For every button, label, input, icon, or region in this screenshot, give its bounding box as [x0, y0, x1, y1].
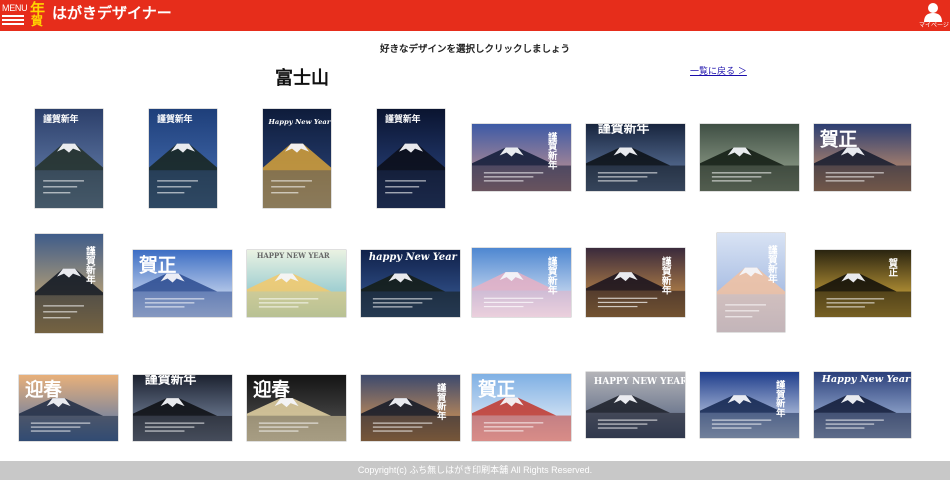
design-greeting-text: 賀正	[819, 128, 858, 150]
design-thumbnail-image: 謹賀新年	[35, 234, 103, 333]
design-thumbnail-image: 賀正	[815, 250, 911, 317]
app-title[interactable]: はがきデザイナー	[52, 3, 172, 23]
design-greeting-text: 謹賀新年	[385, 113, 420, 125]
user-icon	[924, 3, 942, 22]
menu-label: MENU	[2, 3, 28, 13]
design-thumbnail-image: Happy New Year	[814, 372, 911, 438]
design-thumbnail[interactable]	[700, 124, 799, 191]
hamburger-icon-line	[2, 19, 24, 21]
design-thumbnail[interactable]: 謹賀新年	[133, 375, 232, 441]
back-to-list-link[interactable]: 一覧に戻る ＞	[690, 64, 747, 77]
design-thumbnail-image	[700, 124, 799, 191]
design-thumbnail[interactable]: 謹賀新年	[35, 109, 103, 208]
design-thumbnail[interactable]: HAPPY NEW YEAR	[586, 372, 685, 438]
design-thumbnail-image: happy New Year	[361, 250, 460, 317]
design-thumbnail-image: 謹賀新年	[586, 124, 685, 191]
design-thumbnail-image: 謹賀新年	[377, 109, 445, 208]
design-greeting-text: Happy New Year	[267, 118, 330, 126]
header-bar: MENU 年 賀 はがきデザイナー マイページ	[0, 0, 950, 31]
design-thumbnail[interactable]: HAPPY NEW YEAR	[247, 250, 346, 317]
design-thumbnail-image: 謹賀新年	[586, 248, 685, 317]
design-thumbnail-image: 謹賀新年	[149, 109, 217, 208]
hamburger-icon	[2, 15, 24, 17]
design-thumbnail-image: 謹賀新年	[472, 124, 571, 191]
design-greeting-text: HAPPY NEW YEAR	[594, 377, 685, 387]
instruction-text: 好きなデザインを選択しクリックしましょう	[379, 44, 570, 55]
design-thumbnail-image: 迎春	[19, 375, 118, 441]
design-greeting-text: 迎春	[25, 379, 62, 401]
design-thumbnail-image: 賀正	[133, 250, 232, 317]
design-thumbnail[interactable]: 謹賀新年	[586, 124, 685, 191]
design-thumbnail-image: 賀正	[814, 124, 911, 191]
design-thumbnail[interactable]: 謹賀新年	[717, 233, 785, 332]
design-greeting-text: happy New Year	[369, 252, 458, 263]
app-logo[interactable]: 年 賀	[28, 2, 50, 29]
design-thumbnail[interactable]: 謹賀新年	[472, 124, 571, 191]
design-thumbnail[interactable]: 賀正	[815, 250, 911, 317]
design-greeting-text: 賀正	[138, 254, 177, 276]
design-thumbnail-image: Happy New Year	[263, 109, 331, 208]
design-greeting-text: 謹賀新年	[774, 379, 787, 418]
design-greeting-text: 謹賀新年	[43, 113, 78, 125]
design-thumbnail-image: HAPPY NEW YEAR	[586, 372, 685, 438]
design-thumbnail[interactable]: 謹賀新年	[700, 372, 799, 438]
design-thumbnail-image: 謹賀新年	[472, 248, 571, 317]
design-thumbnail-image: 謹賀新年	[133, 375, 232, 441]
design-greeting-text: HAPPY NEW YEAR	[257, 251, 330, 260]
design-thumbnail[interactable]: 謹賀新年	[472, 248, 571, 317]
design-thumbnail-image: 賀正	[472, 374, 571, 441]
mypage-button[interactable]: マイページ	[919, 2, 949, 30]
design-greeting-text: 謹賀新年	[546, 131, 559, 170]
design-greeting-text: 謹賀新年	[546, 256, 559, 296]
design-thumbnail[interactable]: happy New Year	[361, 250, 460, 317]
design-thumbnail[interactable]: Happy New Year	[814, 372, 911, 438]
design-thumbnail[interactable]: Happy New Year	[263, 109, 331, 208]
design-thumbnail[interactable]: 賀正	[472, 374, 571, 441]
hamburger-icon-line	[2, 23, 24, 25]
design-thumbnail-image: 迎春	[247, 375, 346, 441]
design-greeting-text: 謹賀新年	[598, 124, 650, 137]
design-thumbnail[interactable]: 賀正	[133, 250, 232, 317]
design-greeting-text: 謹賀新年	[435, 382, 448, 421]
design-thumbnail-image: 謹賀新年	[361, 375, 460, 441]
design-greeting-text: 謹賀新年	[766, 244, 779, 284]
design-thumbnail[interactable]: 賀正	[814, 124, 911, 191]
design-greeting-text: 賀正	[886, 257, 899, 277]
page-title: 富士山	[275, 68, 329, 89]
design-thumbnail[interactable]: 謹賀新年	[35, 234, 103, 333]
design-thumbnail-image: 謹賀新年	[35, 109, 103, 208]
design-thumbnail-image: 謹賀新年	[700, 372, 799, 438]
design-greeting-text: 謹賀新年	[660, 256, 673, 296]
design-greeting-text: 賀正	[477, 378, 516, 400]
logo-char-bottom: 賀	[31, 14, 44, 28]
menu-button[interactable]: MENU	[2, 3, 28, 29]
design-thumbnail[interactable]: 謹賀新年	[149, 109, 217, 208]
footer: Copyright(c) ふち無しはがき印刷本舗 All Rights Rese…	[0, 461, 950, 480]
design-thumbnail-image: HAPPY NEW YEAR	[247, 250, 346, 317]
design-thumbnail[interactable]: 迎春	[247, 375, 346, 441]
design-thumbnail[interactable]: 謹賀新年	[586, 248, 685, 317]
design-thumbnail[interactable]: 謹賀新年	[361, 375, 460, 441]
design-greeting-text: 迎春	[253, 379, 290, 401]
design-greeting-text: 謹賀新年	[157, 113, 192, 125]
mypage-label: マイページ	[919, 22, 949, 29]
design-greeting-text: 謹賀新年	[84, 245, 97, 285]
design-greeting-text: 謹賀新年	[145, 375, 197, 388]
design-thumbnail[interactable]: 謹賀新年	[377, 109, 445, 208]
design-greeting-text: Happy New Year	[821, 374, 911, 385]
design-thumbnail-image: 謹賀新年	[717, 233, 785, 332]
design-thumbnail[interactable]: 迎春	[19, 375, 118, 441]
